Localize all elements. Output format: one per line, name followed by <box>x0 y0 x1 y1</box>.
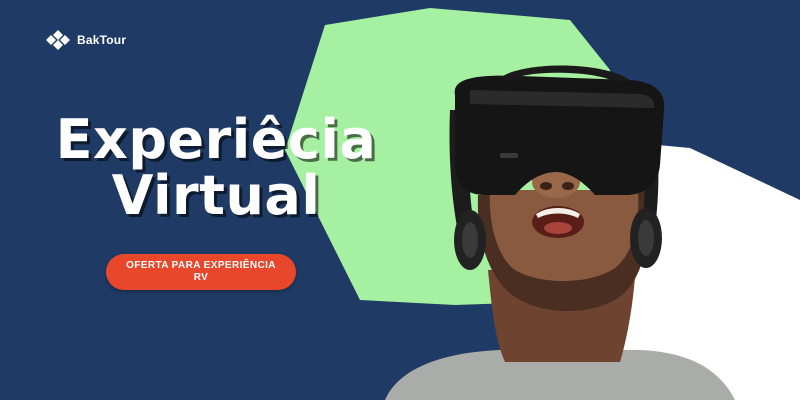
offer-cta-button[interactable]: OFERTA PARA EXPERIÊNCIA RV <box>106 254 296 290</box>
vr-promo-banner: BakTour Experiêcia Virtual OFERTA PARA E… <box>0 0 800 400</box>
cta-label-line-1: OFERTA PARA EXPERIÊNCIA <box>126 260 276 271</box>
page-title: Experiêcia Virtual <box>36 112 396 224</box>
headline-line-2: Virtual <box>111 164 321 227</box>
brand-logo[interactable]: BakTour <box>46 30 126 50</box>
cta-label-line-2: RV <box>193 272 209 283</box>
brand-name: BakTour <box>77 33 127 47</box>
headline-line-1: Experiêcia <box>55 108 377 171</box>
diamond-cluster-logo-icon <box>46 30 70 50</box>
